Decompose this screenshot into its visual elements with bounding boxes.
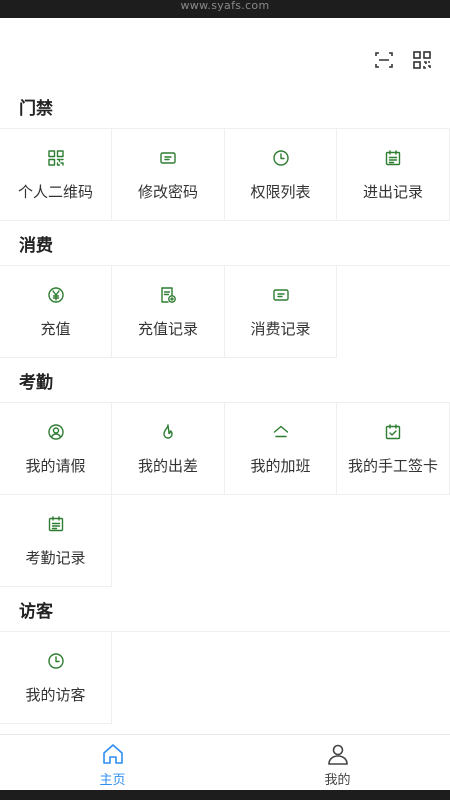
tab-mine[interactable]: 我的 xyxy=(225,735,450,791)
tab-home-label: 主页 xyxy=(99,773,126,788)
clock-icon xyxy=(47,653,64,669)
watermark-url: www.syafs.com xyxy=(180,0,270,12)
section-title: 消费 xyxy=(19,235,53,256)
menu-grid: 个人二维码 修改密码 权限列表 进出记录 xyxy=(0,128,450,221)
header-actions xyxy=(374,50,432,70)
browser-top-bar: www.syafs.com xyxy=(0,0,450,18)
section-title: 门禁 xyxy=(19,98,53,119)
menu-item[interactable]: 充值记录 xyxy=(112,266,225,358)
ticket-icon xyxy=(160,152,176,164)
menu-item[interactable]: 进出记录 xyxy=(337,129,450,221)
menu-item[interactable]: 我的加班 xyxy=(225,403,337,495)
qrcode-icon xyxy=(47,150,64,166)
menu-item[interactable]: 我的请假 xyxy=(0,403,112,495)
home-icon xyxy=(102,744,123,764)
menu-item[interactable]: 权限列表 xyxy=(225,129,337,221)
tab-mine-label: 我的 xyxy=(324,773,351,788)
menu-item[interactable]: 我的手工签卡 xyxy=(337,403,450,495)
tab-home[interactable]: 主页 xyxy=(0,735,225,791)
section-title: 考勤 xyxy=(19,372,53,393)
menu-item-label: 考勤记录 xyxy=(25,549,86,567)
menu-grid: 充值 充值记录 消费记录 xyxy=(0,265,450,358)
browser-bottom-bar xyxy=(0,790,450,800)
menu-item[interactable]: 充值 xyxy=(0,266,112,358)
menu-grid: 我的访客 xyxy=(0,631,450,724)
user-icon xyxy=(327,744,348,765)
menu-item-label: 修改密码 xyxy=(137,183,198,201)
clock-icon xyxy=(272,150,289,166)
menu-item[interactable]: 考勤记录 xyxy=(0,495,112,587)
calendar-check-icon xyxy=(385,424,401,440)
calendar-list-icon xyxy=(48,516,63,532)
menu-item-label: 个人二维码 xyxy=(17,183,93,201)
menu-item[interactable]: 我的访客 xyxy=(0,632,112,724)
ticket-icon xyxy=(272,289,289,301)
menu-item-label: 我的手工签卡 xyxy=(347,457,438,475)
menu-item[interactable]: 修改密码 xyxy=(112,129,225,221)
menu-item-label: 我的加班 xyxy=(250,457,311,475)
menu-item[interactable]: 个人二维码 xyxy=(0,129,112,221)
main-content: 门禁个人二维码 修改密码 权限列表 进出记录消费充值 充值记录 消费记录考勤我的请假 我的出… xyxy=(0,84,450,724)
scan-icon[interactable] xyxy=(374,50,394,70)
menu-item[interactable]: 消费记录 xyxy=(225,266,337,358)
calendar-list-icon xyxy=(385,150,401,166)
menu-item-label: 我的出差 xyxy=(137,457,198,475)
user-circle-icon xyxy=(47,424,64,440)
menu-item[interactable]: 我的出差 xyxy=(112,403,225,495)
menu-item-label: 充值记录 xyxy=(137,320,198,338)
menu-item-label: 进出记录 xyxy=(362,183,423,201)
menu-item-label: 消费记录 xyxy=(250,320,311,338)
bottom-tab-bar: 主页 我的 xyxy=(0,734,450,791)
home-outline-icon xyxy=(273,425,288,438)
section-title: 访客 xyxy=(19,601,53,622)
qrcode-icon[interactable] xyxy=(412,50,432,70)
receipt-icon xyxy=(161,287,176,303)
menu-item-label: 我的请假 xyxy=(25,457,86,475)
flame-icon xyxy=(163,424,173,439)
menu-item-label: 权限列表 xyxy=(250,183,311,201)
yen-icon xyxy=(47,287,64,303)
menu-grid: 我的请假 我的出差 我的加班 我的手工签卡考勤记录 xyxy=(0,402,450,587)
menu-item-label: 充值 xyxy=(40,320,71,338)
menu-item-label: 我的访客 xyxy=(25,686,86,704)
